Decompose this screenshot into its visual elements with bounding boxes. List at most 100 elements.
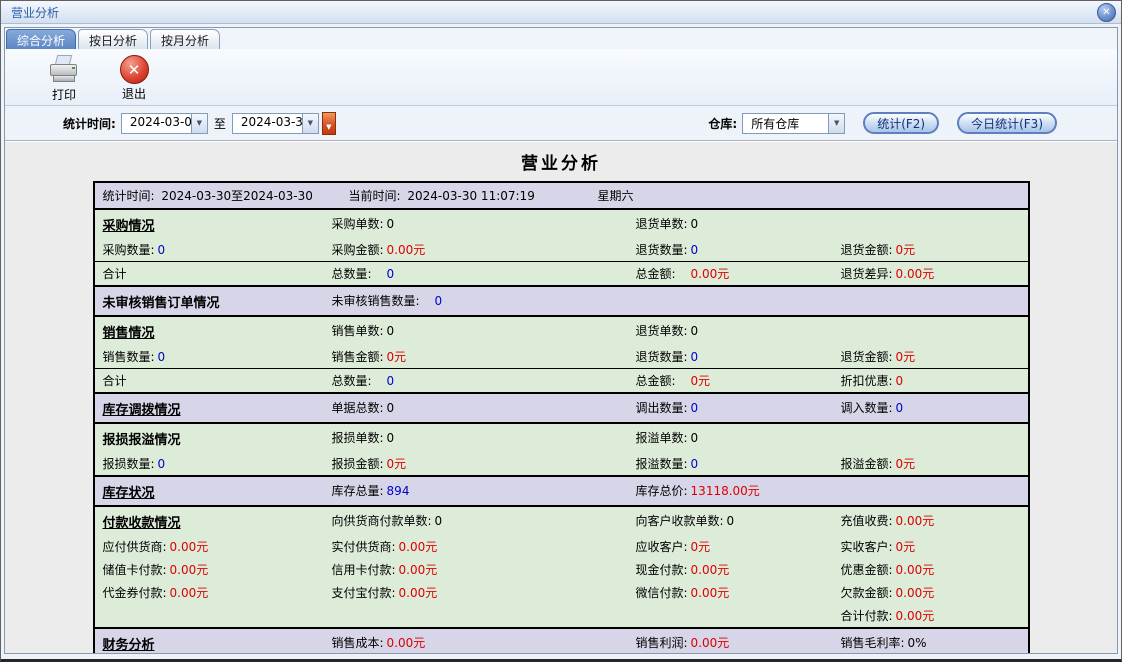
date-from-combo[interactable]: 2024-03-01 ▼ <box>121 113 208 134</box>
cell-label: 向供货商付款单数: <box>332 514 432 528</box>
report-cell <box>841 482 1028 501</box>
warehouse-combo[interactable]: 所有仓库 ▼ <box>742 113 845 134</box>
cell-label: 退货金额: <box>841 243 893 257</box>
toolbar: 打印 ✕ 退出 <box>5 49 1117 106</box>
report-cell: 采购金额:0.00元 <box>332 241 636 258</box>
cell-label: 向客户收款单数: <box>636 514 724 528</box>
cell-value: 0.00元 <box>387 636 426 650</box>
report-cell: 退货数量:0 <box>636 348 841 365</box>
cell-value: 0 <box>158 457 166 471</box>
report-cell: 报溢数量:0 <box>636 455 841 472</box>
cell-label: 总数量: <box>332 267 372 281</box>
report-row: 合计总数量:0总金额:0.00元退货差异:0.00元 <box>95 261 1028 285</box>
cell-value: 0.00元 <box>399 563 438 577</box>
section-title: 采购情况 <box>103 219 155 234</box>
printer-icon <box>48 55 80 85</box>
cell-label: 合计 <box>103 267 127 281</box>
cell-label: 采购金额: <box>332 243 384 257</box>
report-cell: 销售数量:0 <box>95 348 332 365</box>
chevron-down-icon[interactable]: ▼ <box>191 114 207 133</box>
cell-label: 欠款金额: <box>841 586 893 600</box>
cell-value: 0 <box>896 374 904 388</box>
report-cell: 单据总数:0 <box>332 399 636 418</box>
cell-value: 0元 <box>896 540 916 554</box>
warehouse-label: 仓库: <box>708 115 737 132</box>
analysis-window: 营业分析 ✕ 综合分析 按日分析 按月分析 打印 ✕ 退出 统计时间: 2024… <box>0 0 1122 662</box>
report-cell: 销售毛利率:0% <box>841 634 1028 653</box>
cell-label: 支付宝付款: <box>332 586 396 600</box>
report-cell: 报损数量:0 <box>95 455 332 472</box>
statistics-button[interactable]: 统计(F2) <box>863 112 939 134</box>
chevron-down-icon[interactable]: ▼ <box>302 114 318 133</box>
cell-value: 0 <box>727 514 735 528</box>
section-title: 库存状况 <box>103 486 155 501</box>
cell-value: 0 <box>387 217 395 231</box>
cell-label: 退货金额: <box>841 350 893 364</box>
report-area: 营业分析 统计时间: 2024-03-30至2024-03-30 当前时间: 2… <box>5 141 1117 653</box>
date-from-value: 2024-03-01 <box>125 114 191 133</box>
cell-value: 0元 <box>387 350 407 364</box>
report-cell: 支付宝付款:0.00元 <box>332 584 636 601</box>
cell-label: 退货单数: <box>636 217 688 231</box>
report-cell: 应付供货商:0.00元 <box>95 538 332 555</box>
report-cell: 向客户收款单数:0 <box>636 512 841 531</box>
cell-label: 调出数量: <box>636 401 688 415</box>
report-cell <box>841 215 1028 234</box>
report-cell: 折扣优惠:0 <box>841 372 1028 389</box>
close-icon[interactable]: ✕ <box>1097 3 1116 22</box>
report-cell: 销售金额:0元 <box>332 348 636 365</box>
cell-value: 894 <box>387 484 410 498</box>
report-cell: 总数量:0 <box>332 265 636 282</box>
report-cell: 报损金额:0元 <box>332 455 636 472</box>
tab-daily-analysis[interactable]: 按日分析 <box>78 29 148 49</box>
report-cell: 未审核销售数量:0 <box>332 292 636 311</box>
cell-label: 退货数量: <box>636 243 688 257</box>
cell-label: 报损数量: <box>103 457 155 471</box>
title-bar[interactable]: 营业分析 ✕ <box>1 1 1121 24</box>
chevron-down-icon[interactable]: ▼ <box>828 114 844 133</box>
tab-monthly-analysis[interactable]: 按月分析 <box>150 29 220 49</box>
report-cell <box>841 429 1028 448</box>
cell-label: 实付供货商: <box>332 540 396 554</box>
report-cell: 库存状况 <box>95 482 332 501</box>
cell-label: 销售金额: <box>332 350 384 364</box>
report-cell: 实收客户:0元 <box>841 538 1028 555</box>
current-time-cell: 当前时间: 2024-03-30 11:07:19 <box>349 187 598 204</box>
report-cell: 总金额:0元 <box>636 372 841 389</box>
weekday-cell: 星期六 <box>598 187 634 204</box>
report-cell: 充值收费:0.00元 <box>841 512 1028 531</box>
section-title: 付款收款情况 <box>103 516 181 531</box>
report-cell: 库存总价:13118.00元 <box>636 482 841 501</box>
date-preset-button[interactable]: ▼ <box>322 112 336 135</box>
cell-label: 报损金额: <box>332 457 384 471</box>
cell-value: 0% <box>908 636 927 650</box>
cell-value: 0元 <box>896 350 916 364</box>
report-cell: 合计 <box>95 372 332 389</box>
today-statistics-button[interactable]: 今日统计(F3) <box>957 112 1057 134</box>
stat-time-label: 统计时间: <box>63 115 116 132</box>
cell-label: 合计 <box>103 374 127 388</box>
cell-label: 报损单数: <box>332 431 384 445</box>
cell-value: 0.00元 <box>691 267 730 281</box>
report-cell: 未审核销售订单情况 <box>95 292 332 311</box>
cell-label: 实收客户: <box>841 540 893 554</box>
report-cell: 微信付款:0.00元 <box>636 584 841 601</box>
cell-label: 退货单数: <box>636 324 688 338</box>
report-cell: 合计付款:0.00元 <box>841 607 1028 624</box>
cell-value: 0.00元 <box>399 586 438 600</box>
date-to-combo[interactable]: 2024-03-30 ▼ <box>232 113 319 134</box>
cell-label: 采购单数: <box>332 217 384 231</box>
report-row: 未审核销售订单情况未审核销售数量:0 <box>95 285 1028 315</box>
exit-button[interactable]: ✕ 退出 <box>105 53 163 102</box>
print-button[interactable]: 打印 <box>35 53 93 103</box>
cell-label: 合计付款: <box>841 609 893 623</box>
stat-time-cell-value: 2024-03-30至2024-03-30 <box>161 189 312 203</box>
cell-label: 销售成本: <box>332 636 384 650</box>
cell-value: 0 <box>691 324 699 338</box>
report-cell: 欠款金额:0.00元 <box>841 584 1028 601</box>
cell-label: 充值收费: <box>841 514 893 528</box>
cell-label: 调入数量: <box>841 401 893 415</box>
section-title: 报损报溢情况 <box>103 433 181 448</box>
report-row: 代金券付款:0.00元支付宝付款:0.00元微信付款:0.00元欠款金额:0.0… <box>95 581 1028 604</box>
tab-comprehensive-analysis[interactable]: 综合分析 <box>6 29 76 49</box>
